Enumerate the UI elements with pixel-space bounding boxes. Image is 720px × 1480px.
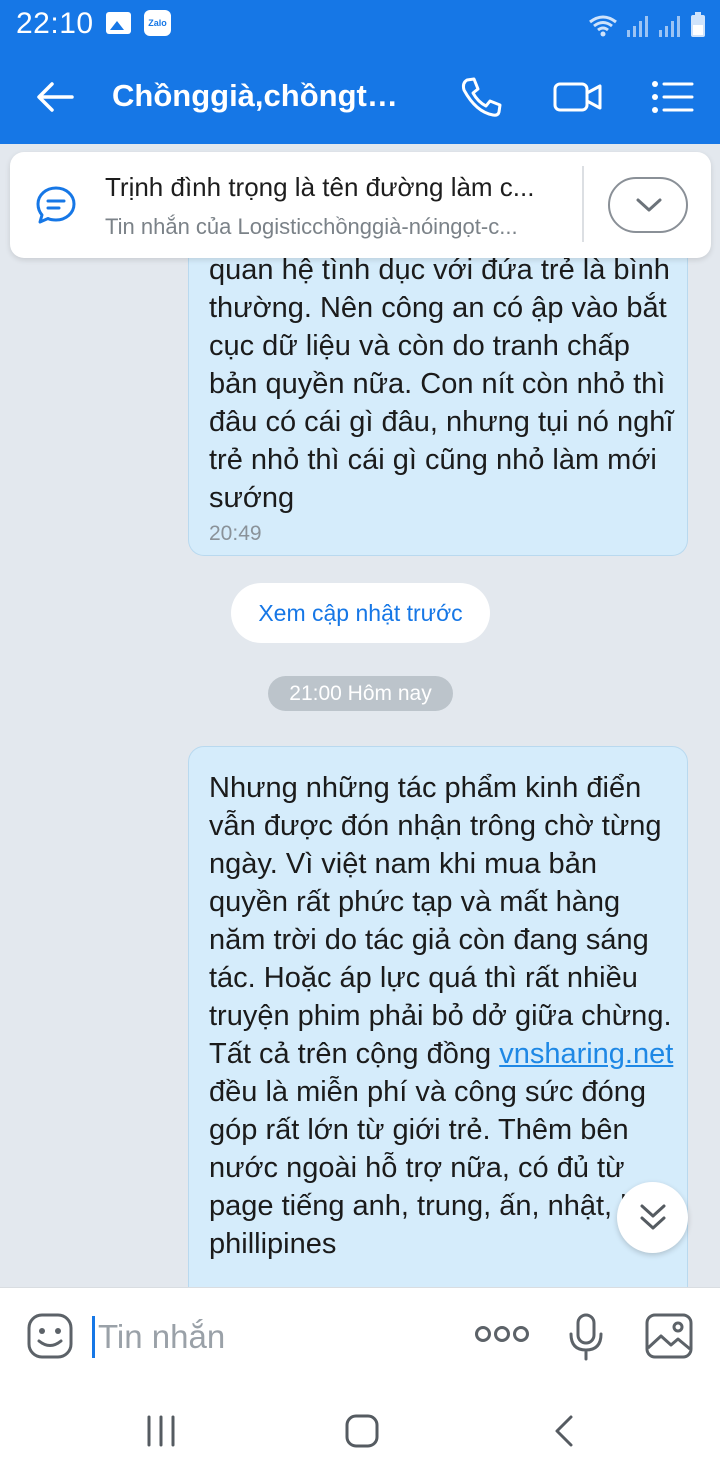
- message-text: Nhưng những tác phẩm kinh điển vẫn được …: [209, 769, 679, 1263]
- home-icon[interactable]: [344, 1413, 380, 1449]
- zalo-icon: Zalo: [144, 10, 171, 36]
- pinned-message-banner[interactable]: Trịnh đình trọng là tên đường làm c... T…: [10, 152, 711, 258]
- expand-pinned-button[interactable]: [608, 177, 688, 233]
- pinned-subtitle: Tin nhắn của Logisticchồnggià-nóingọt-c.…: [105, 214, 518, 239]
- date-divider: 21:00 Hôm nay: [268, 676, 453, 711]
- menu-list-icon[interactable]: [650, 74, 694, 120]
- message-text-part: đều là miễn phí và công sức đóng góp rất…: [209, 1076, 677, 1260]
- phone-icon[interactable]: [458, 74, 504, 120]
- back-arrow-icon[interactable]: [34, 76, 76, 118]
- scroll-to-bottom-button[interactable]: [617, 1182, 688, 1253]
- pinned-title: Trịnh đình trọng là tên đường làm c...: [105, 172, 535, 202]
- double-chevron-down-icon: [640, 1204, 666, 1230]
- message-input-bar: [0, 1287, 720, 1385]
- load-earlier-button[interactable]: Xem cập nhật trước: [231, 583, 490, 643]
- emoji-icon[interactable]: [26, 1312, 74, 1360]
- gallery-icon: [106, 12, 131, 34]
- chat-bubble-icon: [36, 186, 76, 224]
- system-icons: [588, 10, 706, 38]
- message-time: 20:49: [209, 522, 262, 545]
- chat-title[interactable]: Chồnggià,chồngtr...: [112, 78, 402, 114]
- chat-header: Chồnggià,chồngtr...: [0, 48, 720, 144]
- divider: [582, 166, 584, 242]
- message-bubble[interactable]: quan hệ tình dục với đứa trẻ là bình thư…: [188, 225, 688, 556]
- microphone-icon[interactable]: [566, 1312, 606, 1362]
- signal-icon: [627, 16, 648, 37]
- recent-apps-icon[interactable]: [146, 1413, 176, 1449]
- back-icon[interactable]: [552, 1413, 576, 1449]
- image-icon[interactable]: [644, 1312, 694, 1360]
- video-call-icon[interactable]: [552, 74, 604, 120]
- message-link[interactable]: vnsharing.net: [499, 1038, 673, 1070]
- status-bar: 22:10 Zalo: [0, 0, 720, 48]
- chevron-down-icon: [636, 198, 662, 212]
- message-text-part: Nhưng những tác phẩm kinh điển vẫn được …: [209, 772, 672, 1070]
- signal-icon: [659, 16, 680, 37]
- text-cursor: [92, 1316, 95, 1358]
- message-bubble[interactable]: Nhưng những tác phẩm kinh điển vẫn được …: [188, 746, 688, 1306]
- status-time: 22:10: [16, 7, 94, 40]
- wifi-icon: [589, 15, 617, 37]
- more-options-icon[interactable]: [474, 1324, 530, 1344]
- message-text: quan hệ tình dục với đứa trẻ là bình thư…: [209, 254, 674, 514]
- message-input[interactable]: [98, 1316, 458, 1358]
- system-navigation-bar: [0, 1385, 720, 1480]
- battery-icon: [691, 12, 705, 37]
